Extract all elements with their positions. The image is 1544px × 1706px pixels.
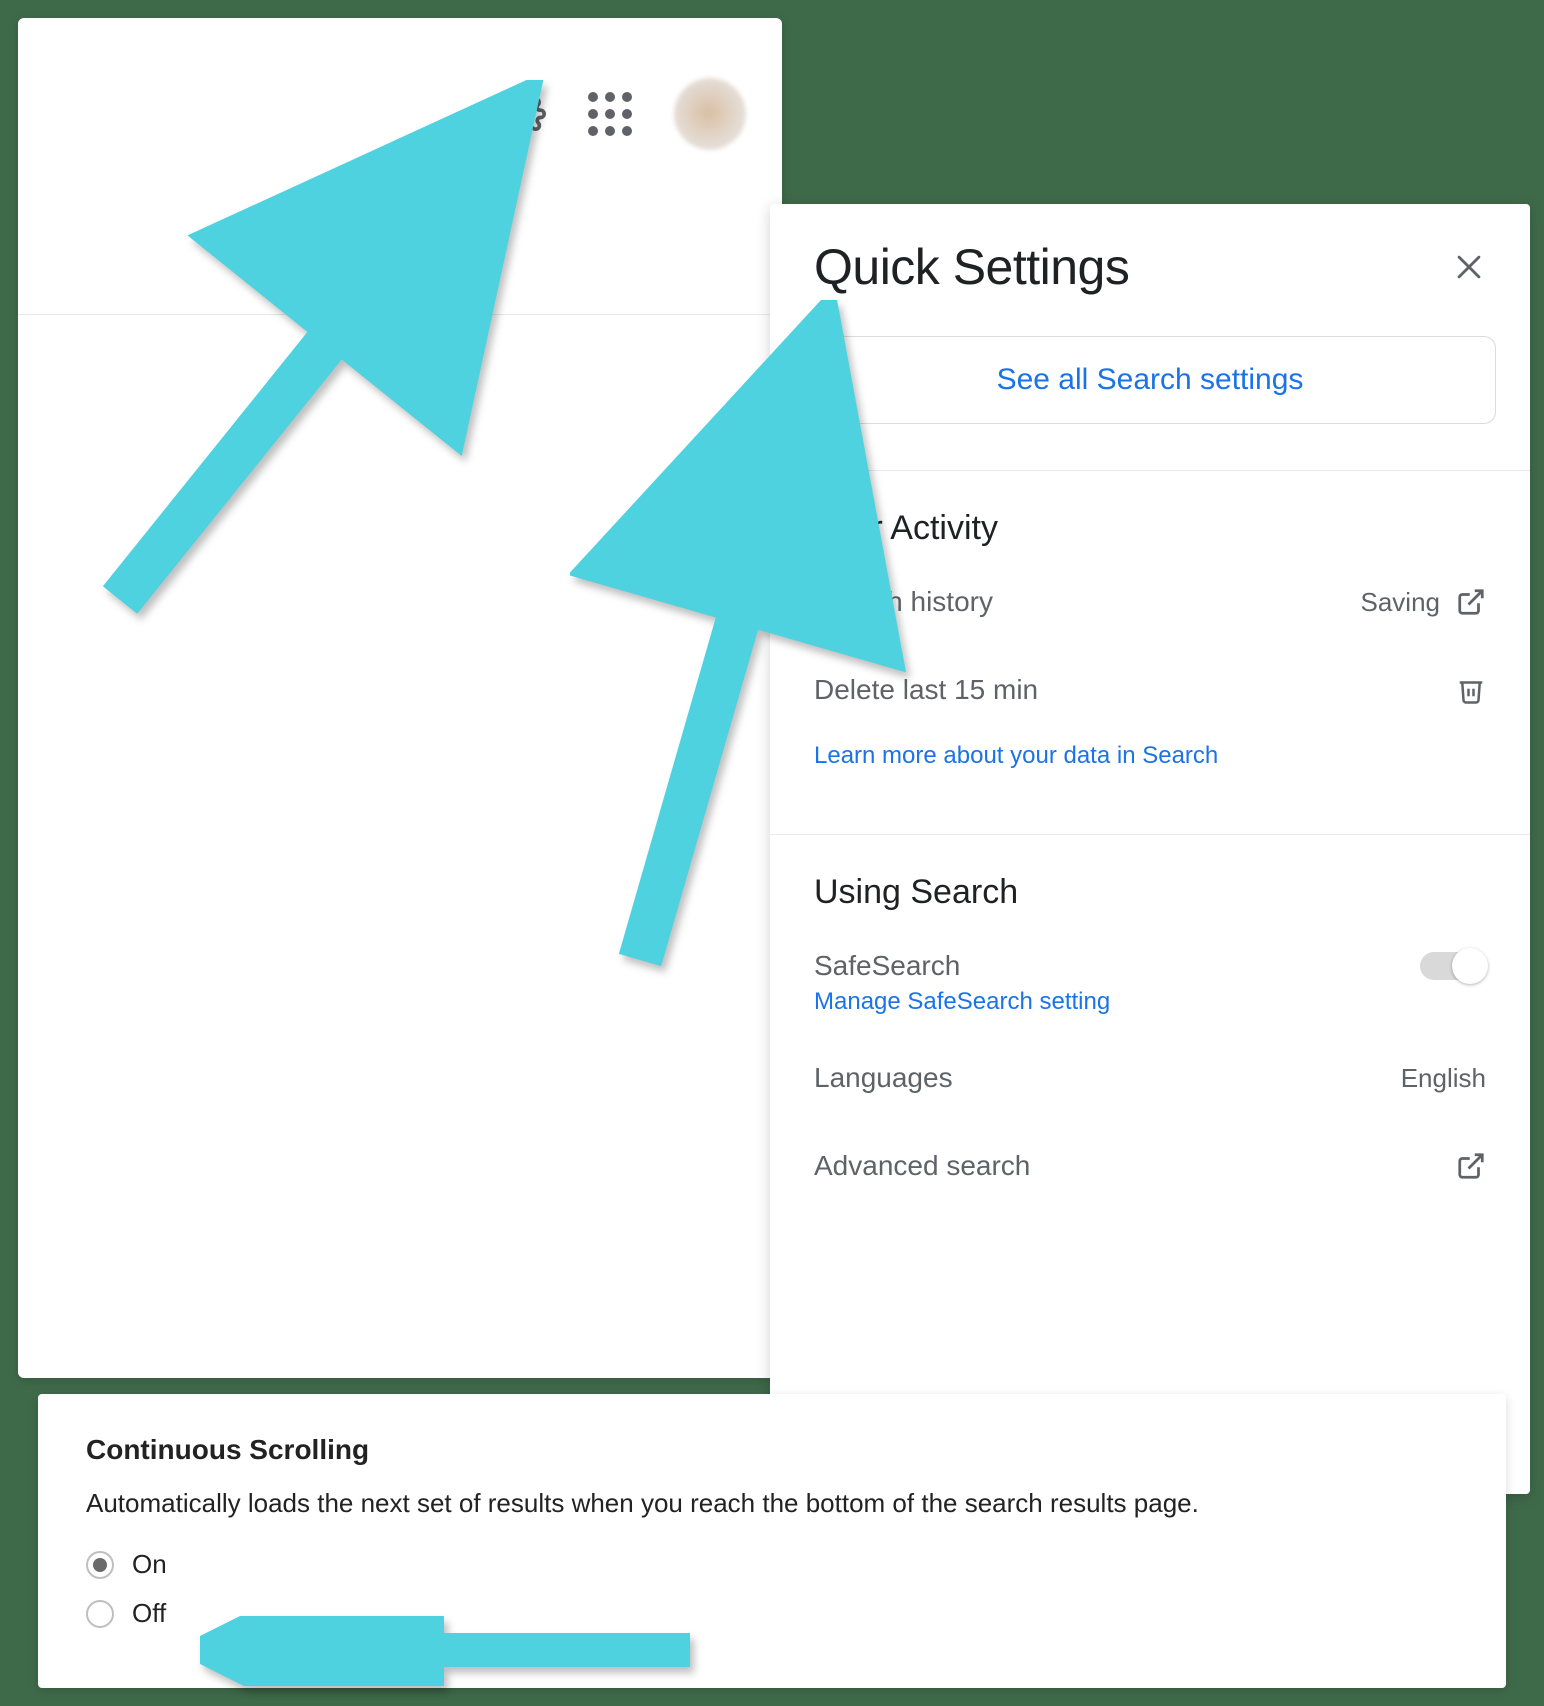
apps-icon[interactable] xyxy=(588,92,632,136)
quick-settings-header: Quick Settings xyxy=(770,204,1530,320)
advanced-search-row[interactable]: Advanced search xyxy=(770,1122,1530,1210)
radio-on[interactable]: On xyxy=(86,1549,1458,1580)
languages-label: Languages xyxy=(814,1062,953,1094)
continuous-scrolling-card: Continuous Scrolling Automatically loads… xyxy=(38,1394,1506,1688)
delete-last-15-row[interactable]: Delete last 15 min xyxy=(770,646,1530,734)
radio-off[interactable]: Off xyxy=(86,1598,1458,1629)
safesearch-label: SafeSearch xyxy=(814,950,960,982)
close-icon[interactable] xyxy=(1452,250,1486,284)
external-link-icon xyxy=(1456,587,1486,617)
radio-on-label: On xyxy=(132,1549,167,1580)
search-history-row[interactable]: Search history Saving xyxy=(770,558,1530,646)
continuous-scrolling-description: Automatically loads the next set of resu… xyxy=(86,1488,1458,1519)
radio-icon xyxy=(86,1600,114,1628)
see-all-settings-label: See all Search settings xyxy=(997,363,1304,397)
radio-off-label: Off xyxy=(132,1598,166,1629)
see-all-settings-button[interactable]: See all Search settings xyxy=(804,336,1496,424)
quick-settings-title: Quick Settings xyxy=(814,238,1129,296)
trash-icon xyxy=(1456,674,1486,706)
search-history-label: Search history xyxy=(814,586,993,618)
continuous-scrolling-title: Continuous Scrolling xyxy=(86,1434,1458,1466)
external-link-icon xyxy=(1456,1151,1486,1181)
avatar[interactable] xyxy=(674,78,746,150)
search-history-status: Saving xyxy=(1361,587,1441,618)
safesearch-manage-link[interactable]: Manage SafeSearch setting xyxy=(770,988,1530,1034)
safesearch-row[interactable]: SafeSearch xyxy=(770,922,1530,988)
languages-value: English xyxy=(1401,1063,1486,1094)
using-search-title: Using Search xyxy=(770,835,1530,922)
gear-icon[interactable] xyxy=(502,92,546,136)
quick-settings-panel: Quick Settings See all Search settings Y… xyxy=(770,204,1530,1494)
safesearch-toggle[interactable] xyxy=(1420,952,1486,980)
header-card xyxy=(18,18,782,1378)
radio-icon xyxy=(86,1551,114,1579)
your-activity-title: Your Activity xyxy=(770,471,1530,558)
header-icon-row xyxy=(502,78,746,150)
learn-more-link[interactable]: Learn more about your data in Search xyxy=(770,734,1530,788)
advanced-search-label: Advanced search xyxy=(814,1150,1030,1182)
header-divider xyxy=(18,314,782,315)
languages-row[interactable]: Languages English xyxy=(770,1034,1530,1122)
delete-last-15-label: Delete last 15 min xyxy=(814,674,1038,706)
